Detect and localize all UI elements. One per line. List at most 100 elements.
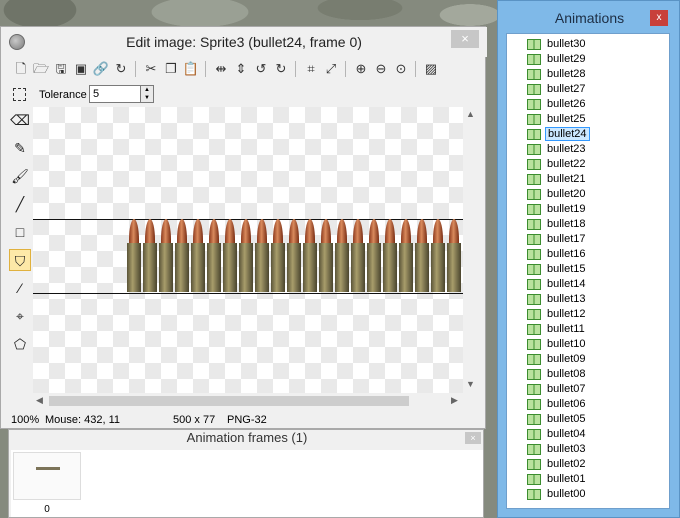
line-icon[interactable]: ╱ xyxy=(9,193,31,215)
animation-item-label: bullet06 xyxy=(547,398,586,410)
toolbar-separator xyxy=(345,61,346,77)
tolerance-label: Tolerance xyxy=(39,89,87,101)
bullet-tip xyxy=(129,219,139,245)
fill-bucket-icon[interactable]: ⛉ xyxy=(9,249,31,271)
tolerance-input[interactable] xyxy=(89,85,141,103)
animation-item-label: bullet24 xyxy=(545,127,590,141)
copy-icon[interactable]: ❐ xyxy=(161,59,181,79)
link-icon[interactable]: 🔗 xyxy=(91,59,111,79)
save-icon[interactable]: 🖫 xyxy=(51,59,71,79)
toolbar-separator xyxy=(205,61,206,77)
bullet-case xyxy=(415,243,429,292)
animation-item-label: bullet21 xyxy=(547,173,586,185)
frame-thumbnail[interactable] xyxy=(13,452,81,500)
brush-icon[interactable]: 🖌 xyxy=(9,165,31,187)
selection-icon[interactable] xyxy=(13,88,26,101)
bullet-case xyxy=(159,243,173,292)
bullet-sprite xyxy=(287,219,301,292)
zoom-reset-icon[interactable]: ⊙ xyxy=(391,59,411,79)
zoom-out-icon[interactable]: ⊖ xyxy=(371,59,391,79)
crop-icon[interactable]: ⌗ xyxy=(301,59,321,79)
animation-item-label: bullet02 xyxy=(547,458,586,470)
animation-icon xyxy=(527,129,541,140)
animation-icon xyxy=(527,99,541,110)
bullet-sprite xyxy=(159,219,173,292)
animation-item-label: bullet09 xyxy=(547,353,586,365)
animation-icon xyxy=(527,489,541,500)
bullet-tip xyxy=(369,219,379,245)
editor-close-button[interactable]: × xyxy=(451,30,479,48)
polygon-icon[interactable]: ⬠ xyxy=(9,333,31,355)
bullet-tip xyxy=(321,219,331,245)
rectangle-icon[interactable]: □ xyxy=(9,221,31,243)
animations-list: bullet30 bullet29 bullet28 bullet27 bullet26… xyxy=(506,33,670,509)
animation-icon xyxy=(527,369,541,380)
animation-item-label: bullet03 xyxy=(547,443,586,455)
bullet-tip xyxy=(177,219,187,245)
new-file-icon[interactable]: 🗋 xyxy=(11,59,31,79)
image-size: 500 x 77 xyxy=(173,414,216,426)
refresh-icon[interactable]: ↻ xyxy=(111,59,131,79)
animation-item-label: bullet05 xyxy=(547,413,586,425)
editor-title-bar[interactable]: Edit image: Sprite3 (bullet24, frame 0) … xyxy=(1,27,487,57)
animation-item-label: bullet18 xyxy=(547,218,586,230)
animation-item-label: bullet14 xyxy=(547,278,586,290)
animations-close-button[interactable]: x xyxy=(650,10,668,26)
animation-item-label: bullet30 xyxy=(547,38,586,50)
animation-icon xyxy=(527,429,541,440)
animation-item-label: bullet07 xyxy=(547,383,586,395)
bullet-tip xyxy=(209,219,219,245)
eraser-icon[interactable]: ⌫ xyxy=(9,109,31,131)
flip-horizontal-icon[interactable]: ⇹ xyxy=(211,59,231,79)
animation-icon xyxy=(527,339,541,350)
bullet-sprite xyxy=(239,219,253,292)
bullet-case xyxy=(399,243,413,292)
resize-icon[interactable]: ⤢ xyxy=(321,59,341,79)
animation-icon xyxy=(527,354,541,365)
horizontal-scrollbar[interactable]: ◀ ▶ xyxy=(33,393,463,409)
pencil-icon[interactable]: ✎ xyxy=(9,137,31,159)
paste-icon[interactable]: 📋 xyxy=(181,59,201,79)
save-all-icon[interactable]: ▣ xyxy=(71,59,91,79)
bullet-sprite xyxy=(399,219,413,292)
tolerance-spinner[interactable]: ▲ ▼ xyxy=(140,85,154,103)
frames-close-button[interactable]: × xyxy=(465,432,481,444)
zoom-in-icon[interactable]: ⊕ xyxy=(351,59,371,79)
bullet-sprite xyxy=(223,219,237,292)
color-picker-icon[interactable]: ⁄ xyxy=(9,277,31,299)
frame-number: 0 xyxy=(44,504,50,515)
bullet-tip xyxy=(337,219,347,245)
scroll-left-icon[interactable]: ◀ xyxy=(36,395,43,406)
animation-icon xyxy=(527,39,541,50)
scroll-up-icon[interactable]: ▲ xyxy=(466,109,475,119)
rotate-left-icon[interactable]: ↺ xyxy=(251,59,271,79)
flip-vertical-icon[interactable]: ⇕ xyxy=(231,59,251,79)
bullet-sprite xyxy=(431,219,445,292)
animation-icon xyxy=(527,294,541,305)
animation-frames-panel: Animation frames (1) × 0 xyxy=(8,429,484,518)
animation-icon xyxy=(527,309,541,320)
bullet-sprite xyxy=(207,219,221,292)
animation-icon xyxy=(527,219,541,230)
bullet-tip xyxy=(385,219,395,245)
tolerance-row: Tolerance ▲▼ xyxy=(9,83,309,107)
bullet-tip xyxy=(433,219,443,245)
vertical-scrollbar[interactable]: ▲ ▼ xyxy=(463,107,479,393)
bullet-sprite xyxy=(383,219,397,292)
animation-item-label: bullet00 xyxy=(547,488,586,500)
origin-icon[interactable]: ⌖ xyxy=(9,305,31,327)
image-canvas[interactable] xyxy=(33,107,463,393)
animation-item-label: bullet28 xyxy=(547,68,586,80)
scroll-down-icon[interactable]: ▼ xyxy=(466,379,475,389)
rotate-right-icon[interactable]: ↻ xyxy=(271,59,291,79)
animation-icon xyxy=(527,474,541,485)
scroll-right-icon[interactable]: ▶ xyxy=(451,395,458,406)
bullet-tip xyxy=(241,219,251,245)
open-folder-icon[interactable]: 🗁 xyxy=(31,59,51,79)
horizontal-scroll-thumb[interactable] xyxy=(49,396,409,406)
image-properties-icon[interactable]: ▨ xyxy=(421,59,441,79)
cut-icon[interactable]: ✂ xyxy=(141,59,161,79)
image-format: PNG-32 xyxy=(227,414,267,426)
editor-title: Edit image: Sprite3 (bullet24, frame 0) xyxy=(126,34,362,50)
bullet-sprite xyxy=(351,219,365,292)
